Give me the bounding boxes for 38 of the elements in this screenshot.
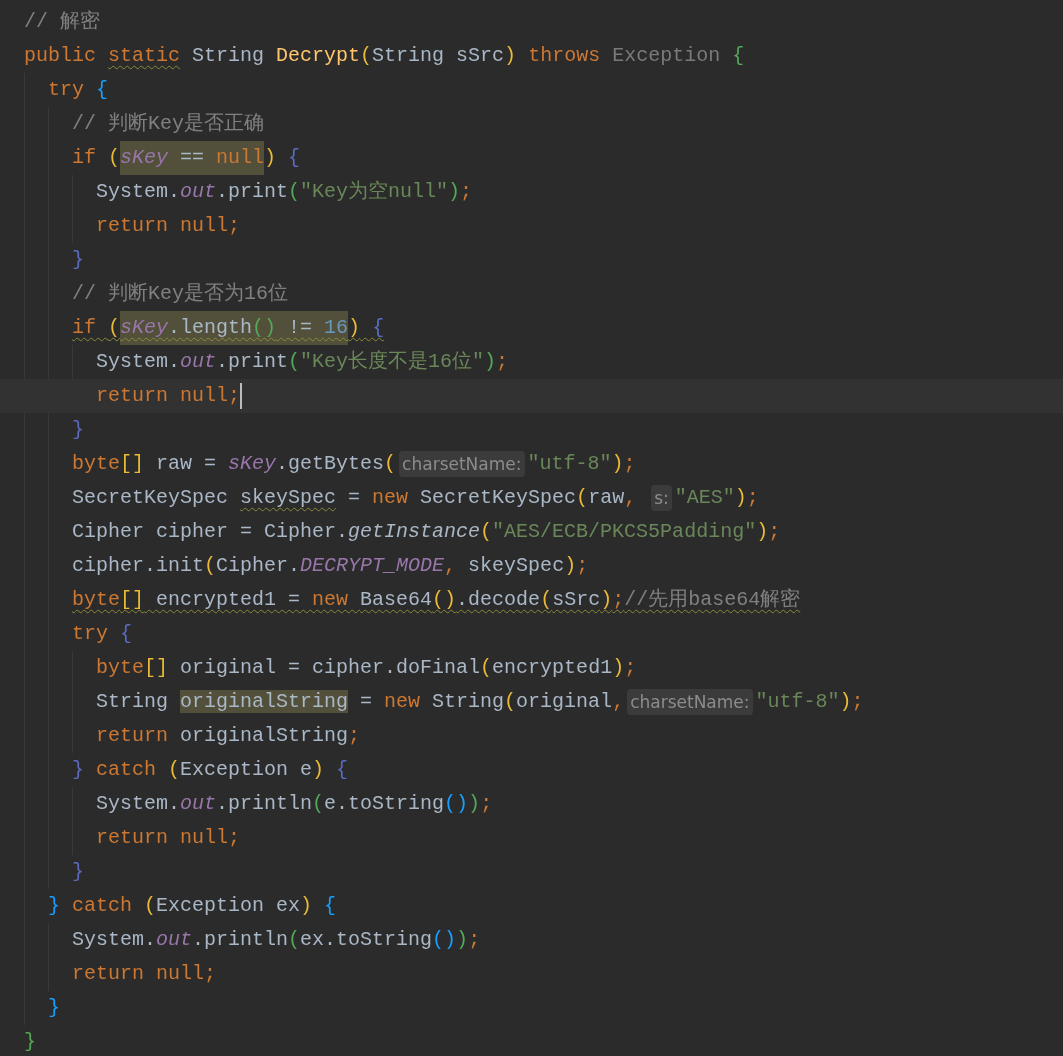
code-text: return null; bbox=[96, 383, 241, 409]
code-line: return null; bbox=[96, 825, 242, 851]
code-line: Cipher cipher = Cipher.getInstance("AES/ECB/PKCS5Padding"); bbox=[72, 519, 782, 545]
code-line: if (sKey.length() != 16) { bbox=[72, 311, 1063, 345]
code-text: "AES"); bbox=[674, 485, 759, 511]
code-line: return originalString; bbox=[96, 723, 362, 749]
code-line: System.out.print("Key为空null"); bbox=[96, 179, 474, 205]
code-line: } catch (Exception e) { bbox=[72, 757, 350, 783]
code-text: String originalString = new String(original, bbox=[96, 689, 625, 715]
code-line: if (sKey == null) { bbox=[72, 141, 1063, 175]
code-line: public static String Decrypt(String sSrc) throws Exception { bbox=[24, 43, 746, 69]
code-line: byte[] original = cipher.doFinal(encrypted1); bbox=[96, 655, 638, 681]
parameter-hint: charsetName: bbox=[399, 451, 525, 477]
code-line: try { bbox=[72, 621, 134, 647]
code-line: byte[] encrypted1 = new Base64().decode(sSrc);//先用base64解密 bbox=[72, 587, 802, 613]
code-text: "utf-8"); bbox=[755, 689, 864, 715]
code-text: "utf-8"); bbox=[527, 451, 636, 477]
code-text: SecretKeySpec skeySpec = new SecretKeySpec(raw, bbox=[72, 485, 638, 511]
code-line: } bbox=[24, 1029, 37, 1055]
code-line: } bbox=[72, 417, 85, 443]
code-line: // 解密 bbox=[24, 9, 101, 35]
code-line: return null; bbox=[72, 961, 218, 987]
code-line: try { bbox=[48, 77, 110, 103]
code-line: System.out.println(ex.toString()); bbox=[72, 927, 482, 953]
text-cursor bbox=[240, 383, 243, 409]
code-text: byte[] raw = sKey.getBytes( bbox=[72, 451, 397, 477]
code-line: // 判断Key是否正确 bbox=[72, 111, 265, 137]
code-line: } bbox=[72, 859, 85, 885]
code-line: // 判断Key是否为16位 bbox=[72, 281, 289, 307]
code-line: } bbox=[48, 995, 61, 1021]
code-line: System.out.print("Key长度不是16位"); bbox=[96, 349, 510, 375]
code-line: System.out.println(e.toString()); bbox=[96, 791, 494, 817]
code-line: cipher.init(Cipher.DECRYPT_MODE, skeySpec); bbox=[72, 553, 590, 579]
code-line: return null; bbox=[96, 213, 242, 239]
code-line: } catch (Exception ex) { bbox=[48, 893, 338, 919]
parameter-hint: charsetName: bbox=[627, 689, 753, 715]
parameter-hint: s: bbox=[651, 485, 672, 511]
code-line: } bbox=[72, 247, 85, 273]
